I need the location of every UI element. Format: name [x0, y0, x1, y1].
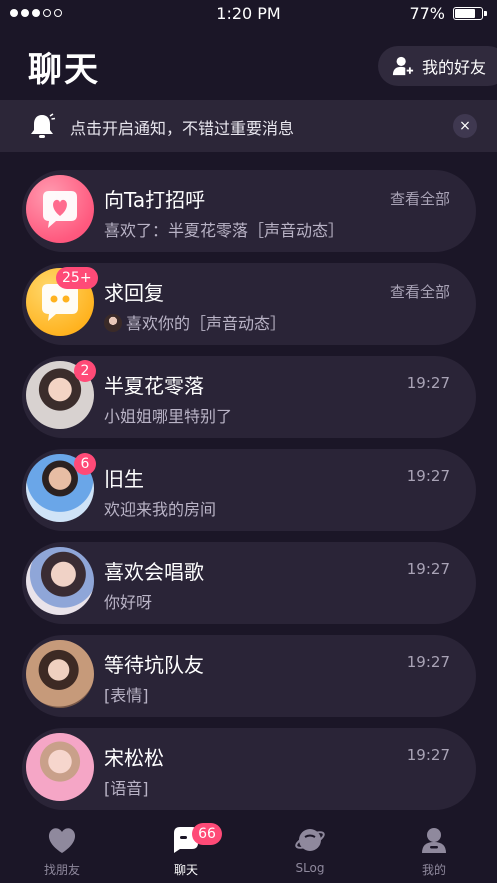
tab-slog[interactable]: SLog: [248, 825, 372, 875]
tab-label: 聊天: [173, 863, 198, 877]
notification-text: 点击开启通知，不错过重要消息: [70, 119, 295, 138]
chat-preview: 喜欢了：半夏花零落［声音动态］: [104, 221, 345, 240]
chat-item-reply-requests[interactable]: 25+ 求回复 喜欢你的［声音动态］ 查看全部: [22, 263, 476, 345]
chat-time: 19:27: [406, 746, 450, 764]
unread-badge: 2: [74, 360, 96, 382]
chat-preview: 你好呀: [104, 593, 153, 612]
chat-time: 19:27: [406, 467, 450, 485]
chat-item[interactable]: 宋松松 [语音] 19:27: [22, 728, 476, 810]
chat-name: 半夏花零落: [104, 374, 204, 398]
heart-icon: [48, 828, 76, 853]
unread-total-badge: 66: [192, 823, 222, 845]
add-friend-icon: [392, 56, 414, 76]
chat-name: 求回复: [104, 281, 164, 305]
chat-time: 19:27: [406, 374, 450, 392]
unread-badge: 6: [74, 453, 96, 475]
tab-chat[interactable]: 66 聊天: [124, 823, 248, 878]
view-all-link[interactable]: 查看全部: [390, 281, 450, 302]
notification-banner[interactable]: 点击开启通知，不错过重要消息: [0, 100, 497, 152]
chat-time: 19:27: [406, 653, 450, 671]
my-friends-button[interactable]: 我的好友: [378, 46, 497, 86]
heart-chat-icon: [26, 175, 94, 243]
chat-item[interactable]: 喜欢会唱歌 你好呀 19:27: [22, 542, 476, 624]
chat-time: 19:27: [406, 560, 450, 578]
planet-icon: [295, 829, 325, 851]
tab-label: 找朋友: [43, 863, 80, 877]
bell-icon: [31, 113, 56, 138]
chat-preview: [表情]: [104, 686, 149, 705]
battery-icon: [453, 7, 487, 20]
unread-badge: 25+: [56, 267, 98, 289]
chat-item[interactable]: 等待坑队友 [表情] 19:27: [22, 635, 476, 717]
avatar: [26, 733, 94, 801]
chat-name: 喜欢会唱歌: [104, 560, 204, 584]
tab-label: SLog: [295, 861, 325, 875]
my-friends-label: 我的好友: [422, 58, 487, 77]
mini-avatar: [104, 314, 122, 332]
tab-bar: 找朋友 66 聊天 SLog 我的: [0, 815, 497, 883]
tab-profile[interactable]: 我的: [372, 825, 496, 878]
chat-item[interactable]: 2 半夏花零落 小姐姐哪里特别了 19:27: [22, 356, 476, 438]
page-title: 聊天: [28, 50, 100, 90]
chat-name: 宋松松: [104, 746, 164, 770]
close-notification-button[interactable]: ×: [453, 114, 477, 138]
chat-name: 旧生: [104, 467, 144, 491]
tab-label: 我的: [421, 863, 446, 877]
chat-preview: 小姐姐哪里特别了: [104, 407, 233, 426]
battery-percent: 77%: [409, 4, 445, 23]
chat-preview: [语音]: [104, 779, 149, 798]
chat-item-greet[interactable]: 向Ta打招呼 喜欢了：半夏花零落［声音动态］ 查看全部: [22, 170, 476, 252]
profile-icon: [422, 828, 446, 853]
view-all-link[interactable]: 查看全部: [390, 188, 450, 209]
tab-find-friends[interactable]: 找朋友: [0, 825, 124, 878]
avatar: [26, 640, 94, 708]
chat-name: 等待坑队友: [104, 653, 204, 677]
chat-item[interactable]: 6 旧生 欢迎来我的房间 19:27: [22, 449, 476, 531]
chat-preview: 欢迎来我的房间: [104, 500, 217, 519]
chat-name: 向Ta打招呼: [104, 188, 206, 212]
status-bar: 1:20 PM 77%: [0, 0, 497, 28]
avatar: [26, 547, 94, 615]
chat-preview: 喜欢你的［声音动态］: [126, 314, 287, 333]
chat-preview-row: 喜欢你的［声音动态］: [104, 310, 286, 334]
